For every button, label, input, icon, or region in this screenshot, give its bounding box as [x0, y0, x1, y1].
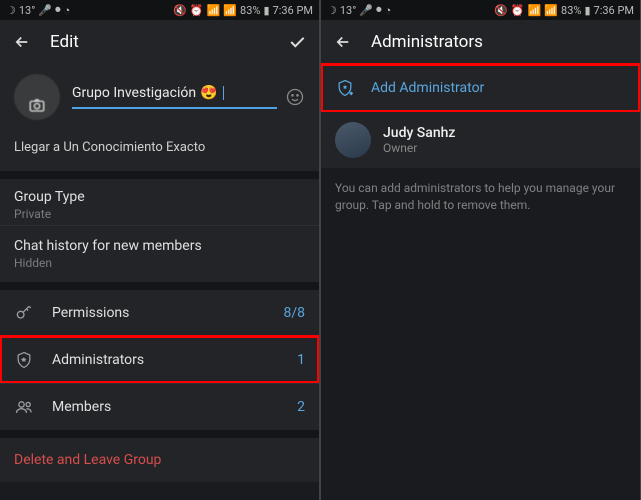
group-name-text: Grupo Investigación — [72, 85, 196, 101]
battery-icon: ▮ — [584, 4, 590, 17]
group-avatar[interactable] — [14, 74, 60, 120]
clock: 7:36 PM — [273, 4, 313, 17]
header: Administrators — [321, 20, 640, 64]
permissions-value: 8/8 — [283, 305, 305, 321]
delete-leave-button[interactable]: Delete and Leave Group — [0, 438, 319, 482]
member-role: Owner — [383, 141, 455, 155]
alarm-icon: ⏰ — [190, 4, 204, 17]
mute-icon: 🔇 — [494, 4, 508, 17]
avatar — [335, 122, 371, 158]
mic-icon: 🎤 — [359, 4, 373, 17]
members-icon — [14, 397, 34, 417]
battery-pct: 83% — [561, 4, 581, 17]
key-icon — [14, 303, 34, 323]
members-value: 2 — [297, 399, 305, 415]
group-description[interactable]: Llegar a Un Conocimiento Exacto — [0, 126, 319, 171]
moon-icon: ☽ — [327, 4, 337, 17]
status-bar: ☽ 13° 🎤 ⏺ ◔ 🔇 ⏰ 📶 📶 83% ▮ 7:36 PM — [321, 0, 640, 20]
temp: 13° — [19, 4, 35, 17]
add-administrator-button[interactable]: Add Administrator — [321, 64, 640, 112]
chat-history-label: Chat history for new members — [14, 238, 305, 254]
row-permissions[interactable]: Permissions 8/8 — [0, 290, 319, 336]
group-name-input[interactable]: Grupo Investigación 😍 — [72, 85, 305, 109]
members-label: Members — [52, 399, 279, 415]
page-title: Administrators — [371, 32, 628, 52]
back-icon[interactable] — [12, 32, 32, 52]
record-icon: ⏺ — [376, 3, 382, 17]
group-type-label: Group Type — [14, 189, 305, 205]
temp: 13° — [340, 4, 356, 17]
setting-chat-history[interactable]: Chat history for new members Hidden — [0, 225, 319, 282]
admin-member-row[interactable]: Judy Sanhz Owner — [321, 112, 640, 168]
alarm-icon: ⏰ — [511, 4, 525, 17]
app-icon: ◔ — [64, 4, 71, 17]
mic-icon: 🎤 — [38, 4, 52, 17]
clock: 7:36 PM — [594, 4, 634, 17]
page-title: Edit — [50, 32, 269, 52]
row-members[interactable]: Members 2 — [0, 383, 319, 430]
group-profile-row: Grupo Investigación 😍 — [0, 64, 319, 126]
member-name: Judy Sanhz — [383, 125, 455, 141]
edit-group-screen: ☽ 13° 🎤 ⏺ ◔ 🔇 ⏰ 📶 📶 83% ▮ 7:36 PM Edit — [0, 0, 319, 500]
header: Edit — [0, 20, 319, 64]
back-icon[interactable] — [333, 32, 353, 52]
add-administrator-label: Add Administrator — [371, 80, 484, 96]
shield-star-icon — [14, 350, 34, 370]
administrators-screen: ☽ 13° 🎤 ⏺ ◔ 🔇 ⏰ 📶 📶 83% ▮ 7:36 PM Admini… — [321, 0, 640, 500]
app-icon: ◔ — [385, 4, 392, 17]
battery-pct: 83% — [240, 4, 260, 17]
permissions-label: Permissions — [52, 305, 265, 321]
signal-icon: 📶 — [207, 4, 221, 17]
row-administrators[interactable]: Administrators 1 — [0, 336, 319, 383]
moon-icon: ☽ — [6, 4, 16, 17]
admin-hint-text: You can add administrators to help you m… — [321, 168, 640, 226]
battery-icon: ▮ — [263, 4, 269, 17]
confirm-icon[interactable] — [287, 32, 307, 52]
emoji-icon[interactable] — [285, 87, 305, 107]
signal-icon: 📶 — [528, 4, 542, 17]
mute-icon: 🔇 — [173, 4, 187, 17]
status-bar: ☽ 13° 🎤 ⏺ ◔ 🔇 ⏰ 📶 📶 83% ▮ 7:36 PM — [0, 0, 319, 20]
administrators-value: 1 — [297, 352, 305, 368]
setting-group-type[interactable]: Group Type Private — [0, 179, 319, 225]
administrators-label: Administrators — [52, 352, 279, 368]
shield-plus-icon — [335, 78, 355, 98]
record-icon: ⏺ — [55, 3, 61, 17]
signal-icon: 📶 — [544, 4, 558, 17]
chat-history-value: Hidden — [14, 256, 305, 270]
camera-icon — [28, 96, 46, 114]
signal-icon: 📶 — [223, 4, 237, 17]
group-type-value: Private — [14, 207, 305, 221]
